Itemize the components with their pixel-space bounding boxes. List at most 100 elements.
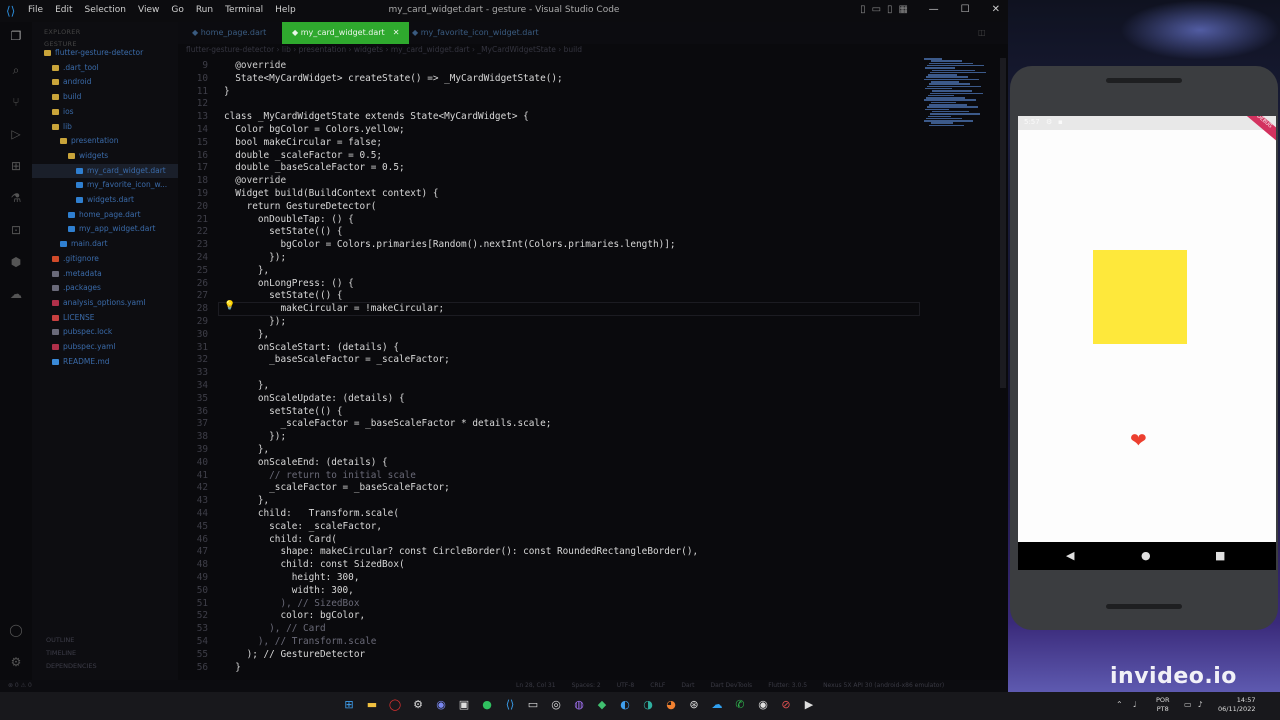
tree-item[interactable]: .gitignore <box>32 252 178 266</box>
toggle-sidebar-icon[interactable]: ▯ <box>860 4 866 15</box>
customize-layout-icon[interactable]: ▦ <box>899 4 908 15</box>
code-line: shape: makeCircular? const CircleBorder(… <box>224 546 699 558</box>
app-icon-blue[interactable]: ◐ <box>618 698 632 712</box>
discord-icon[interactable]: ◉ <box>434 698 448 712</box>
volume-icon[interactable]: ♪ <box>1198 700 1203 709</box>
tree-item[interactable]: my_favorite_icon_w... <box>32 178 178 192</box>
account-icon[interactable]: ◯ <box>8 622 24 638</box>
extensions-icon[interactable]: ⊞ <box>8 158 24 174</box>
breadcrumb[interactable]: flutter-gesture-detector › lib › present… <box>186 45 582 54</box>
code-editor[interactable]: 💡 9 @override 10 State<MyCardWidget> crea… <box>178 58 920 680</box>
timeline-panel[interactable]: TIMELINE <box>32 647 178 660</box>
tab-label: my_card_widget.dart <box>300 28 385 37</box>
tab-my-card-widget[interactable]: ◆ my_card_widget.dart ✕ <box>282 22 410 44</box>
tree-item[interactable]: pubspec.lock <box>32 325 178 339</box>
editor-scrollbar[interactable] <box>1000 58 1006 388</box>
github-icon[interactable]: ◉ <box>756 698 770 712</box>
toggle-secondary-icon[interactable]: ▯ <box>887 4 893 15</box>
line-endings[interactable]: CRLF <box>650 682 665 689</box>
device-selector[interactable]: Nexus 5X API 30 (android-x86 emulator) <box>823 682 944 689</box>
dependencies-panel[interactable]: DEPENDENCIES <box>32 660 178 673</box>
network-icon[interactable]: ▭ <box>1184 700 1192 709</box>
cursor-position[interactable]: Ln 28, Col 31 <box>516 682 556 689</box>
tree-item[interactable]: .packages <box>32 281 178 295</box>
tree-item[interactable]: LICENSE <box>32 311 178 325</box>
app-icon-cloud[interactable]: ☁ <box>710 698 724 712</box>
spotify-icon[interactable]: ● <box>480 698 494 712</box>
recents-icon[interactable]: ■ <box>1215 550 1225 562</box>
testing-icon[interactable]: ⚗ <box>8 190 24 206</box>
tree-item[interactable]: .metadata <box>32 267 178 281</box>
settings-gear-icon[interactable]: ⚙ <box>8 654 24 670</box>
maximize-icon[interactable]: ☐ <box>961 4 970 15</box>
windows-start-icon[interactable]: ⊞ <box>342 698 356 712</box>
tab-home-page[interactable]: ◆ home_page.dart <box>182 22 276 44</box>
tree-item-label: presentation <box>71 136 119 146</box>
app-icon-orange[interactable]: ◕ <box>664 698 678 712</box>
tree-item[interactable]: main.dart <box>32 237 178 251</box>
gesture-card[interactable] <box>1093 250 1187 344</box>
tree-item[interactable]: lib <box>32 120 178 134</box>
tree-item[interactable]: widgets.dart <box>32 193 178 207</box>
app-icon-teal[interactable]: ◑ <box>641 698 655 712</box>
language-indicator[interactable]: POR PT8 <box>1156 696 1170 714</box>
heart-icon[interactable]: ❤ <box>1130 430 1147 450</box>
source-control-icon[interactable]: ⑂ <box>8 94 24 110</box>
emulator-screen[interactable]: 5:57 ⚙ ▪ DEBUG ❤ ◀ ● ■ <box>1018 116 1276 570</box>
remote-icon[interactable]: ⊡ <box>8 222 24 238</box>
tree-item[interactable]: ios <box>32 105 178 119</box>
encoding[interactable]: UTF-8 <box>617 682 635 689</box>
folder-icon <box>52 64 59 71</box>
tree-item[interactable]: widgets <box>32 149 178 163</box>
vscode-taskbar-icon[interactable]: ⟨⟩ <box>503 698 517 712</box>
file-icon <box>68 211 75 218</box>
steam-icon[interactable]: ⚙ <box>411 698 425 712</box>
file-explorer-icon[interactable]: ▬ <box>365 698 379 712</box>
tree-item[interactable]: build <box>32 90 178 104</box>
tree-item[interactable]: flutter-gesture-detector <box>32 46 178 60</box>
tree-item[interactable]: my_app_widget.dart <box>32 222 178 236</box>
tab-close-icon[interactable]: ✕ <box>393 28 400 37</box>
tray-chevron-icon[interactable]: ⌃ <box>1116 700 1123 709</box>
outline-panel[interactable]: OUTLINE <box>32 634 178 647</box>
tree-item[interactable]: README.md <box>32 355 178 369</box>
epic-games-icon[interactable]: ▣ <box>457 698 471 712</box>
tab-my-favorite-icon[interactable]: ◆ my_favorite_icon_widget.dart <box>402 22 549 44</box>
tree-item[interactable]: .dart_tool <box>32 61 178 75</box>
close-icon[interactable]: ✕ <box>992 4 1000 15</box>
terminal-icon[interactable]: ▭ <box>526 698 540 712</box>
language-mode[interactable]: Dart <box>681 682 694 689</box>
app-icon-purple[interactable]: ◍ <box>572 698 586 712</box>
minimap[interactable] <box>924 58 998 128</box>
indentation[interactable]: Spaces: 2 <box>572 682 601 689</box>
cloud-icon[interactable]: ☁ <box>8 286 24 302</box>
explorer-icon[interactable]: ❐ <box>8 28 24 44</box>
play-icon[interactable]: ▶ <box>802 698 816 712</box>
obs-icon[interactable]: ◎ <box>549 698 563 712</box>
back-icon[interactable]: ◀ <box>1066 550 1074 562</box>
run-debug-icon[interactable]: ▷ <box>8 126 24 142</box>
docker-icon[interactable]: ⬢ <box>8 254 24 270</box>
microphone-icon[interactable]: ♩ <box>1133 700 1137 709</box>
opera-icon[interactable]: ◯ <box>388 698 402 712</box>
clock[interactable]: 14:57 06/11/2022 <box>1218 696 1255 714</box>
flutter-version[interactable]: Flutter: 3.0.5 <box>768 682 807 689</box>
home-icon[interactable]: ● <box>1141 550 1151 562</box>
dart-devtools[interactable]: Dart DevTools <box>711 682 753 689</box>
problems-indicator[interactable]: ⊗ 0 ⚠ 0 <box>8 682 32 689</box>
tree-item[interactable]: home_page.dart <box>32 208 178 222</box>
toggle-panel-icon[interactable]: ▭ <box>872 4 881 15</box>
split-editor-icon[interactable]: ◫ <box>968 22 996 44</box>
minimize-icon[interactable]: — <box>929 4 939 15</box>
tree-item[interactable]: my_card_widget.dart <box>32 163 178 178</box>
tree-item[interactable]: pubspec.yaml <box>32 340 178 354</box>
whatsapp-icon[interactable]: ✆ <box>733 698 747 712</box>
tree-item[interactable]: analysis_options.yaml <box>32 296 178 310</box>
tree-item[interactable]: presentation <box>32 134 178 148</box>
record-icon[interactable]: ⊘ <box>779 698 793 712</box>
app-icon-green[interactable]: ◆ <box>595 698 609 712</box>
app-icon-gray[interactable]: ⊛ <box>687 698 701 712</box>
search-icon[interactable]: ⌕ <box>8 62 24 78</box>
tree-item[interactable]: android <box>32 75 178 89</box>
line-number: 14 <box>196 124 208 135</box>
